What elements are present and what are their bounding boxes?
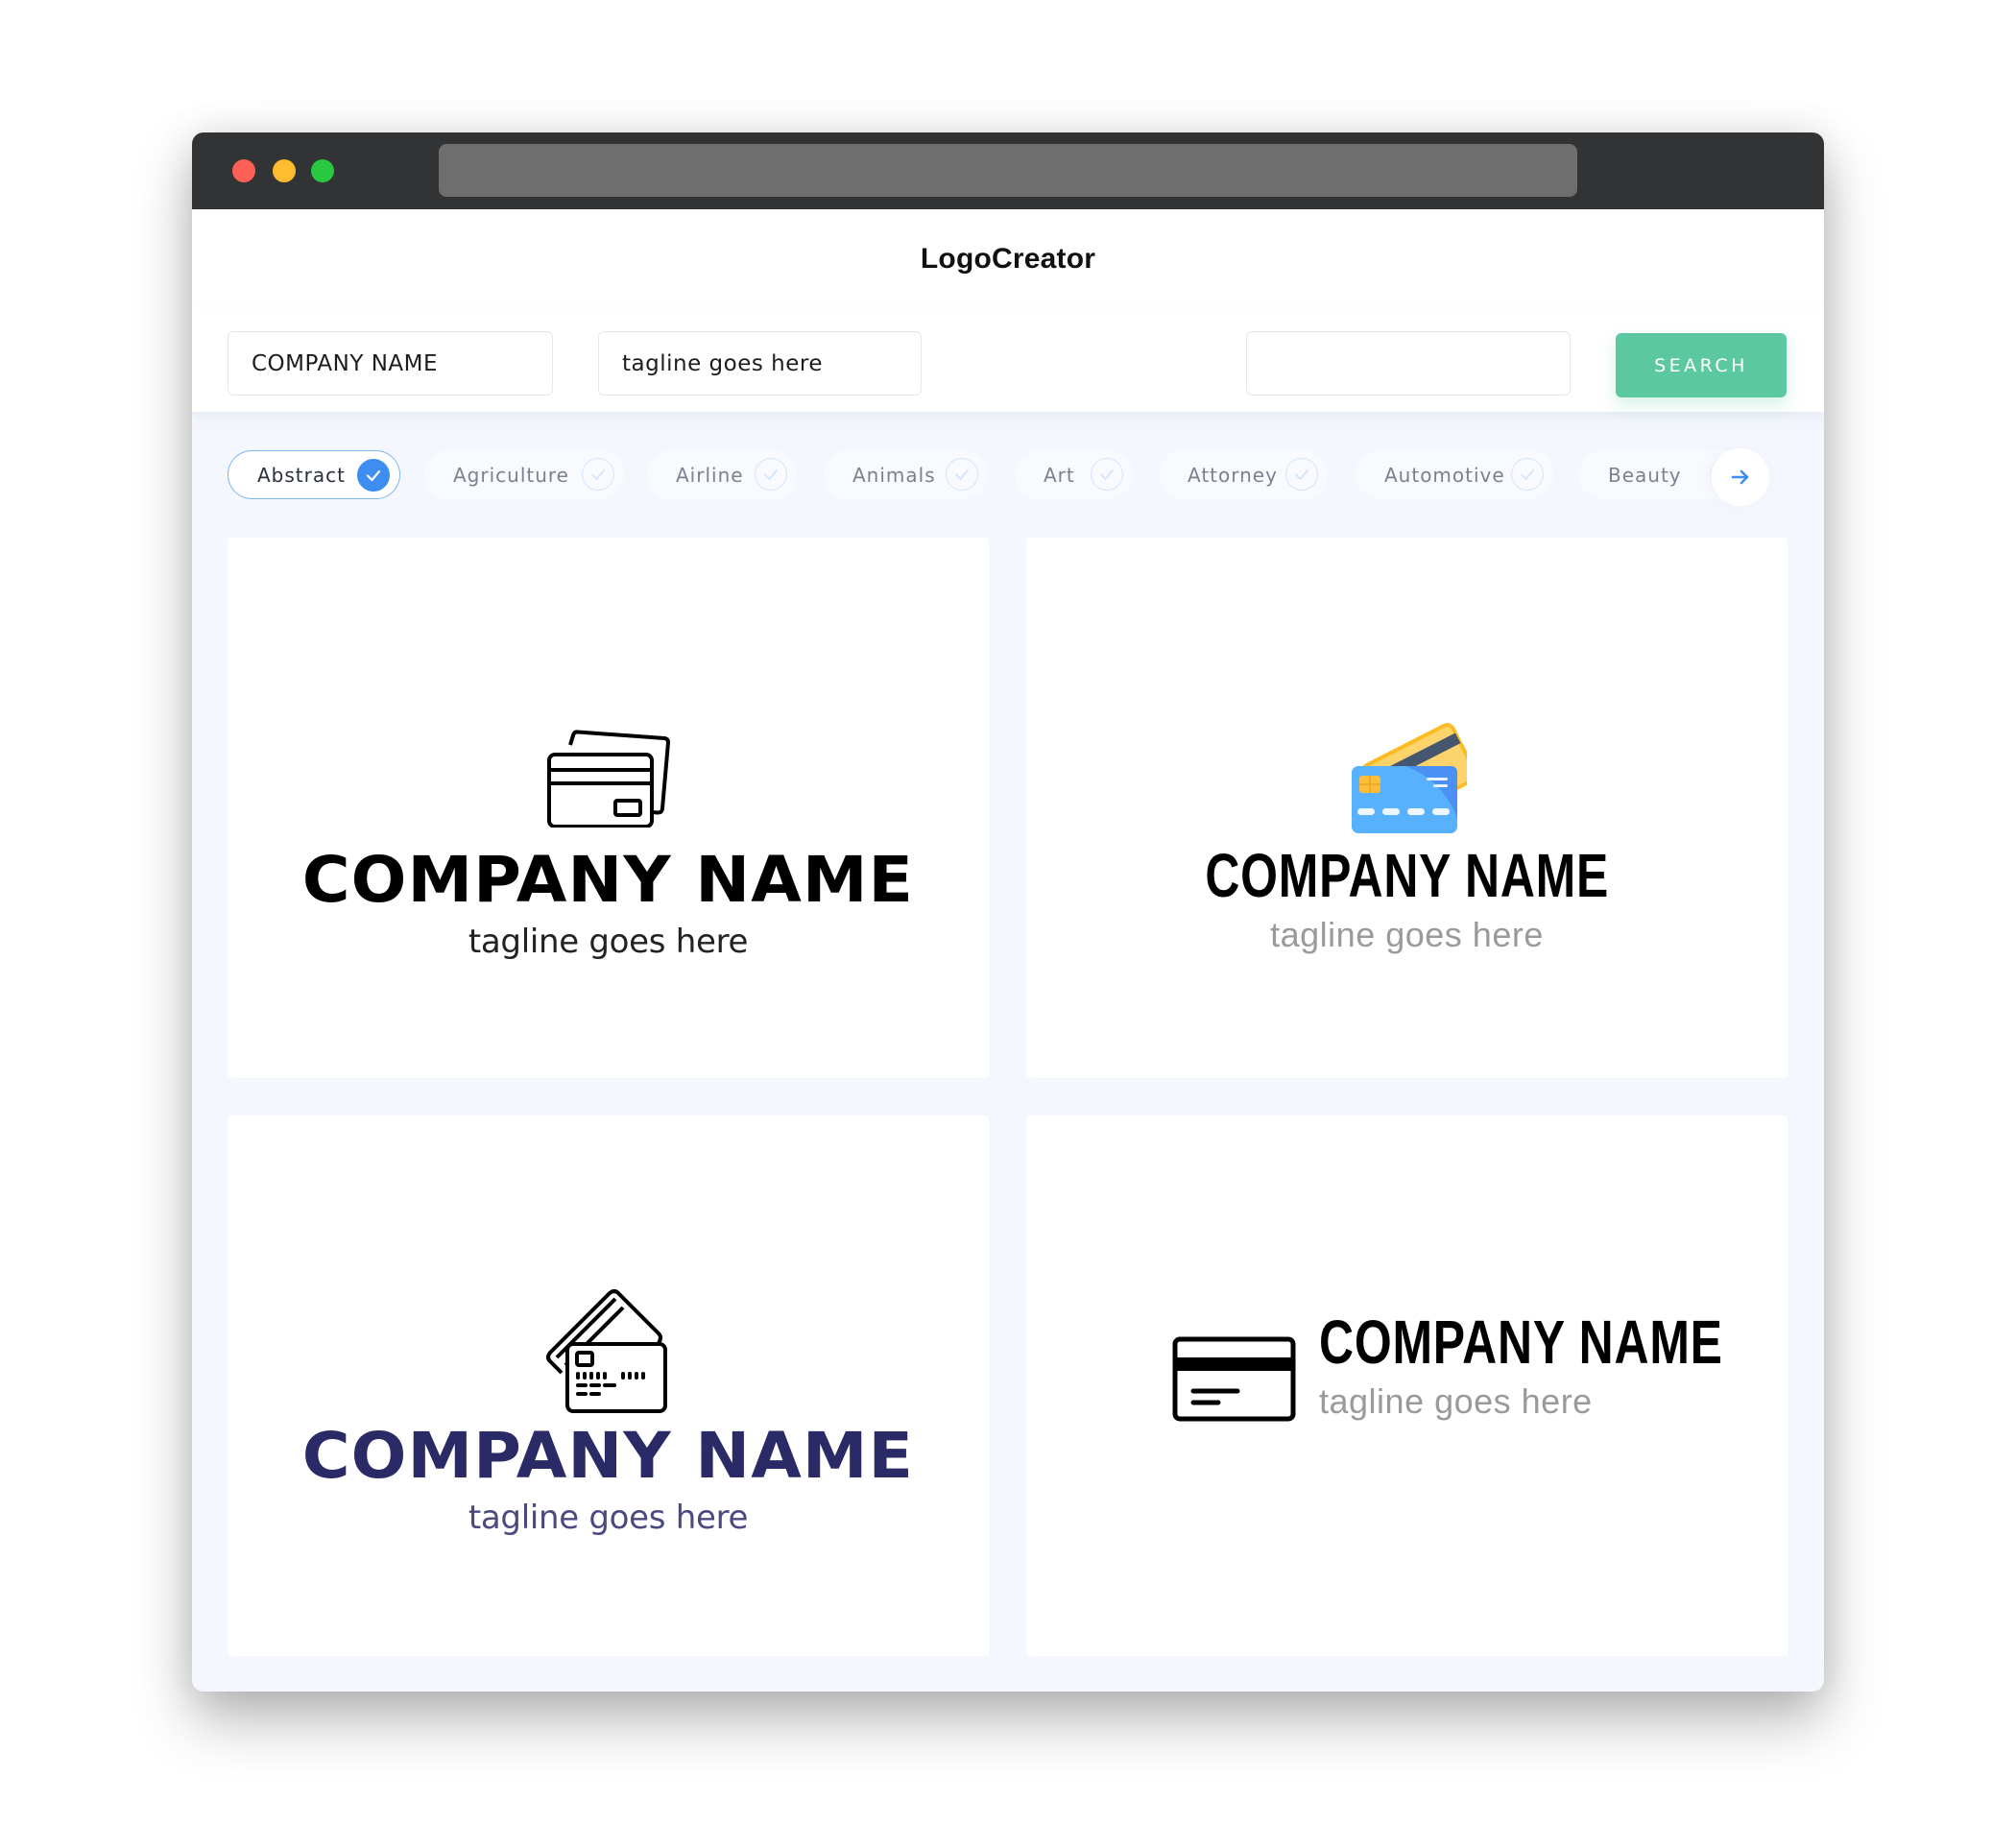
logo-card[interactable]: COMPANY NAME tagline goes here bbox=[228, 1116, 989, 1656]
address-bar[interactable] bbox=[439, 144, 1577, 197]
check-icon bbox=[1285, 458, 1318, 491]
check-icon bbox=[357, 459, 390, 492]
logo-tagline: tagline goes here bbox=[468, 923, 749, 961]
arrow-right-icon bbox=[1731, 469, 1749, 485]
logo-text: COMPANY NAME tagline goes here bbox=[1319, 1311, 1824, 1419]
logo-tagline: tagline goes here bbox=[468, 1499, 749, 1537]
credit-cards-color-icon bbox=[1351, 723, 1467, 833]
category-chip-abstract[interactable]: Abstract bbox=[228, 450, 400, 499]
category-chip-animals[interactable]: Animals bbox=[824, 450, 988, 499]
search-button[interactable]: SEARCH bbox=[1616, 333, 1787, 397]
logo-card[interactable]: COMPANY NAME tagline goes here bbox=[1026, 538, 1788, 1078]
category-filter: Abstract Agriculture Airline Animals Art bbox=[192, 412, 1824, 527]
credit-cards-tilted-outline-icon bbox=[545, 1289, 667, 1413]
browser-window: LogoCreator SEARCH Abstract Agriculture … bbox=[192, 132, 1824, 1692]
next-categories-button[interactable] bbox=[1712, 448, 1769, 506]
logo-card[interactable]: COMPANY NAME tagline goes here bbox=[1026, 1116, 1788, 1656]
category-label: Art bbox=[1044, 463, 1075, 487]
maximize-window-button[interactable] bbox=[311, 159, 334, 182]
category-label: Animals bbox=[852, 463, 936, 487]
brand-logo[interactable]: LogoCreator bbox=[921, 243, 1095, 276]
logo-card[interactable]: COMPANY NAME tagline goes here bbox=[228, 538, 989, 1078]
check-icon bbox=[755, 458, 787, 491]
tagline-input[interactable] bbox=[622, 350, 921, 376]
logo-preview: COMPANY NAME tagline goes here bbox=[228, 730, 989, 958]
app-header: LogoCreator bbox=[192, 209, 1824, 309]
category-label: Abstract bbox=[257, 463, 346, 487]
category-label: Agriculture bbox=[453, 463, 569, 487]
logo-company-name: COMPANY NAME bbox=[301, 843, 915, 917]
logo-company-name: COMPANY NAME bbox=[1205, 841, 1609, 910]
title-bar bbox=[192, 132, 1824, 209]
logo-preview: COMPANY NAME tagline goes here bbox=[228, 1288, 989, 1534]
category-label: Attorney bbox=[1188, 463, 1278, 487]
keyword-input[interactable] bbox=[1270, 350, 1570, 376]
check-icon bbox=[1511, 458, 1544, 491]
category-chip-automotive[interactable]: Automotive bbox=[1356, 450, 1553, 499]
company-name-input[interactable] bbox=[252, 350, 552, 376]
category-chip-airline[interactable]: Airline bbox=[647, 450, 797, 499]
logo-preview: COMPANY NAME tagline goes here bbox=[1026, 722, 1788, 952]
tagline-field[interactable] bbox=[598, 331, 922, 396]
keyword-field[interactable] bbox=[1246, 331, 1571, 396]
category-chip-art[interactable]: Art bbox=[1015, 450, 1133, 499]
category-chip-agriculture[interactable]: Agriculture bbox=[424, 450, 624, 499]
category-label: Airline bbox=[676, 463, 744, 487]
credit-cards-outline-icon bbox=[546, 730, 670, 828]
company-name-field[interactable] bbox=[228, 331, 553, 396]
check-icon bbox=[582, 458, 614, 491]
logo-company-name: COMPANY NAME bbox=[1319, 1308, 1723, 1377]
close-window-button[interactable] bbox=[232, 159, 255, 182]
logo-company-name: COMPANY NAME bbox=[301, 1419, 915, 1493]
logo-tagline: tagline goes here bbox=[1270, 915, 1544, 954]
credit-card-stripe-icon bbox=[1172, 1336, 1296, 1422]
search-bar: SEARCH bbox=[192, 309, 1824, 412]
category-label: Beauty bbox=[1608, 463, 1682, 487]
category-label: Automotive bbox=[1384, 463, 1505, 487]
check-icon bbox=[1091, 458, 1123, 491]
minimize-window-button[interactable] bbox=[273, 159, 296, 182]
check-icon bbox=[946, 458, 978, 491]
logo-tagline: tagline goes here bbox=[1319, 1381, 1593, 1421]
category-chip-attorney[interactable]: Attorney bbox=[1159, 450, 1328, 499]
